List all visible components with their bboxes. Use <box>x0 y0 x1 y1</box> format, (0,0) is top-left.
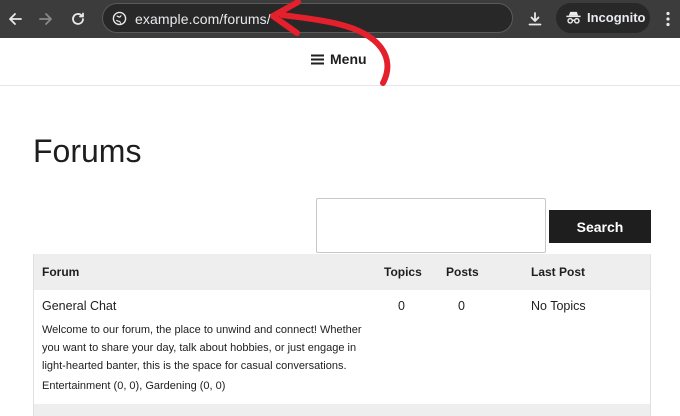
address-bar[interactable]: example.com/forums/ <box>102 3 513 33</box>
forums-table: Forum Topics Posts Last Post General Cha… <box>33 254 651 416</box>
column-header-last-post: Last Post <box>531 265 586 279</box>
site-info-icon[interactable] <box>112 11 127 26</box>
forum-title-link[interactable]: General Chat <box>42 299 116 313</box>
posts-count: 0 <box>458 299 465 313</box>
table-footer <box>34 404 650 416</box>
incognito-chip[interactable]: Incognito <box>556 3 650 33</box>
forward-arrow-icon <box>39 13 52 25</box>
incognito-label: Incognito <box>587 10 646 25</box>
column-header-topics: Topics <box>384 265 422 279</box>
forum-description: Welcome to our forum, the place to unwin… <box>42 324 362 372</box>
topics-count: 0 <box>398 299 405 313</box>
back-arrow-icon <box>9 13 22 25</box>
menu-button[interactable]: Menu <box>311 51 367 67</box>
column-header-forum: Forum <box>42 265 80 279</box>
more-options-button[interactable] <box>660 7 676 31</box>
browser-toolbar: example.com/forums/ Incognito <box>0 0 680 38</box>
more-options-icon <box>666 11 670 27</box>
incognito-icon <box>566 11 581 24</box>
table-header: Forum Topics Posts Last Post <box>34 254 650 290</box>
page-title: Forums <box>33 133 142 169</box>
back-button[interactable] <box>2 6 28 32</box>
reload-button[interactable] <box>65 6 91 32</box>
forward-button[interactable] <box>33 6 59 32</box>
column-header-posts: Posts <box>446 265 479 279</box>
table-row: General Chat Welcome to our forum, the p… <box>34 290 650 404</box>
download-icon <box>528 12 542 26</box>
hamburger-icon <box>311 54 324 64</box>
last-post: No Topics <box>531 299 586 313</box>
sub-forums-list[interactable]: Entertainment (0, 0), Gardening (0, 0) <box>42 380 225 392</box>
search-input[interactable] <box>316 198 546 253</box>
site-header: Menu <box>0 38 680 86</box>
url-text[interactable]: example.com/forums/ <box>135 11 271 27</box>
download-button[interactable] <box>522 6 548 32</box>
reload-icon <box>72 12 84 25</box>
menu-label: Menu <box>330 51 367 67</box>
search-button[interactable]: Search <box>549 210 651 243</box>
